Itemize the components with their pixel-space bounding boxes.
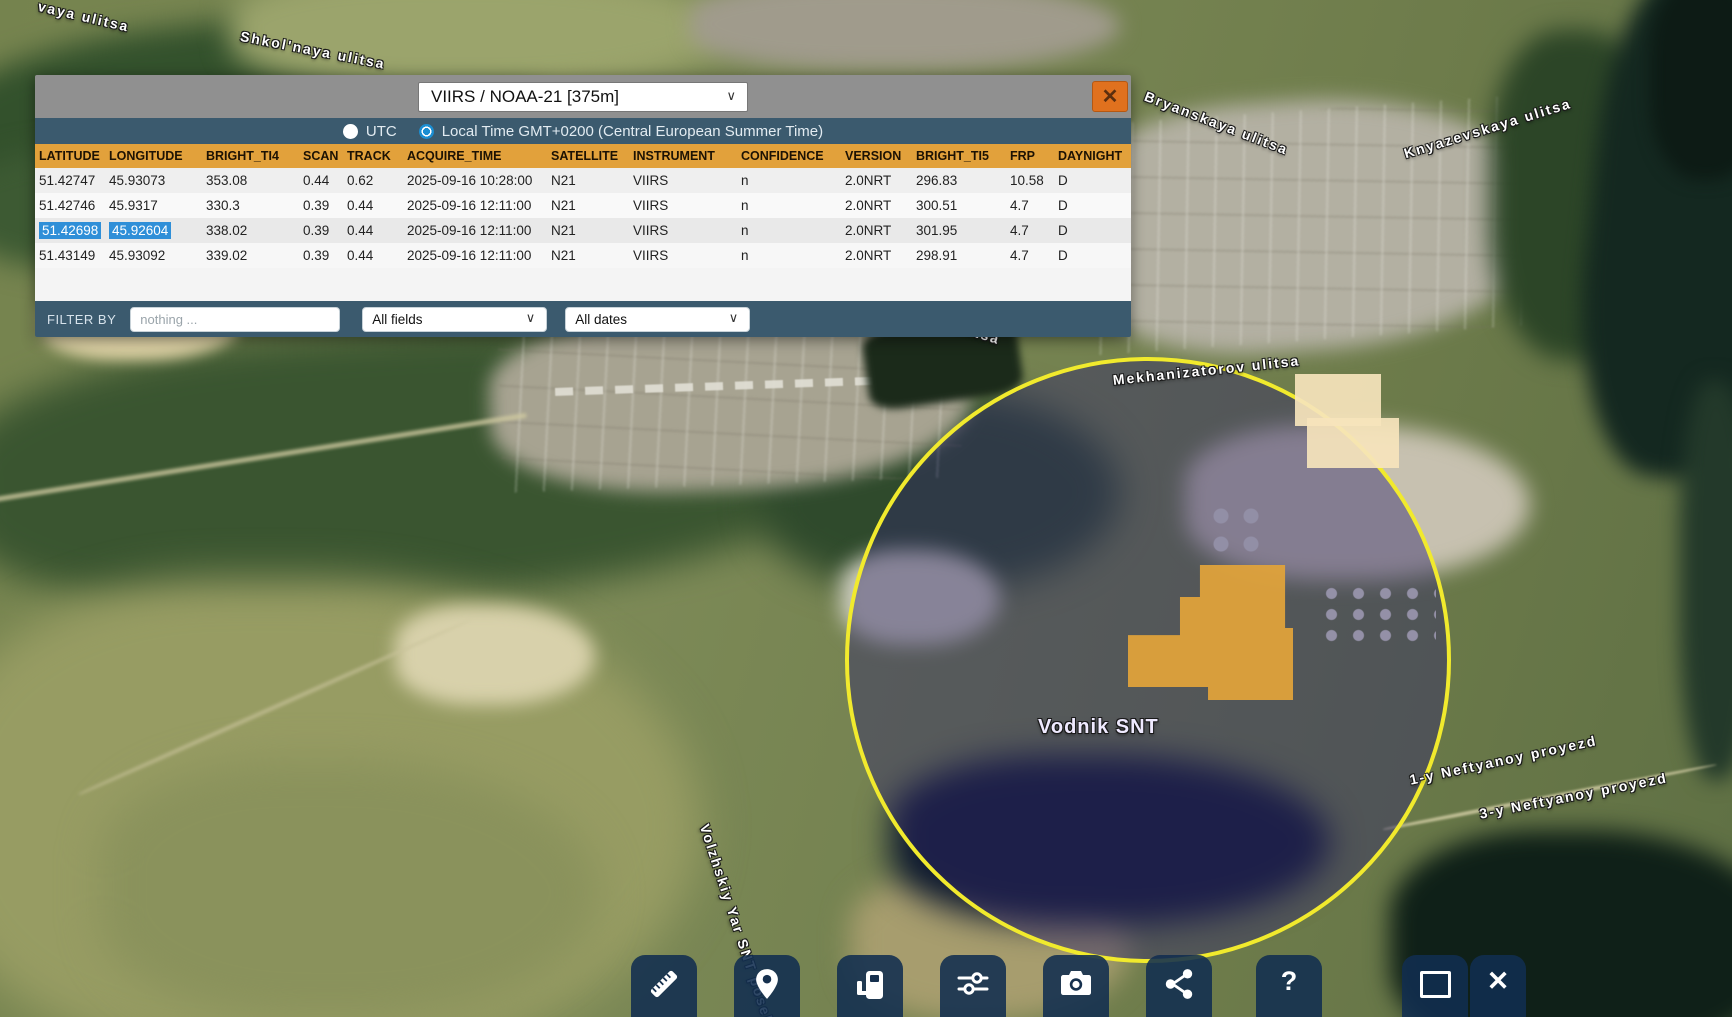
close-icon: ✕ xyxy=(1102,87,1119,107)
col-bright-ti5[interactable]: BRIGHT_TI5 xyxy=(912,144,1006,168)
table-row[interactable]: 51.42746 45.9317 330.3 0.39 0.44 2025-09… xyxy=(35,193,1131,218)
quarry-patch xyxy=(395,605,595,705)
dataset-select[interactable]: VIIRS / NOAA-21 [375m] xyxy=(418,82,748,112)
col-frp[interactable]: FRP xyxy=(1006,144,1054,168)
col-track[interactable]: TRACK xyxy=(343,144,403,168)
share-button[interactable] xyxy=(1146,955,1212,1017)
fire-data-panel: VIIRS / NOAA-21 [375m] ∨ ✕ UTC Local Tim… xyxy=(35,75,1131,337)
filter-by-label: FILTER BY xyxy=(47,312,116,327)
radio-unchecked-icon xyxy=(343,124,358,139)
col-acquire-time[interactable]: ACQUIRE_TIME xyxy=(403,144,547,168)
ruler-icon xyxy=(648,968,680,1000)
col-satellite[interactable]: SATELLITE xyxy=(547,144,629,168)
table-header-row: LATITUDE LONGITUDE BRIGHT_TI4 SCAN TRACK… xyxy=(35,144,1131,168)
fields-select-wrap: All fields ∨ xyxy=(362,307,547,332)
local-time-radio[interactable]: Local Time GMT+0200 (Central European Su… xyxy=(419,123,823,140)
filter-dates-select[interactable]: All dates xyxy=(565,307,750,332)
col-confidence[interactable]: CONFIDENCE xyxy=(737,144,841,168)
dataset-select-wrap: VIIRS / NOAA-21 [375m] ∨ xyxy=(418,82,748,112)
rectangle-select-button[interactable] xyxy=(1402,955,1468,1017)
street-label: 3-y Neftyanoy proyezd xyxy=(1478,769,1669,821)
radio-checked-icon xyxy=(419,124,434,139)
location-pin-icon xyxy=(752,968,782,1000)
col-bright-ti4[interactable]: BRIGHT_TI4 xyxy=(202,144,299,168)
col-daynight[interactable]: DAYNIGHT xyxy=(1054,144,1131,168)
street-label: vaya ulitsa xyxy=(36,0,131,35)
sliders-icon xyxy=(956,968,990,1000)
selected-cell: 45.92604 xyxy=(109,222,171,239)
dates-select-wrap: All dates ∨ xyxy=(565,307,750,332)
col-instrument[interactable]: INSTRUMENT xyxy=(629,144,737,168)
gas-pump-icon xyxy=(854,968,886,1000)
question-mark-icon: ? xyxy=(1281,968,1298,995)
close-icon: ✕ xyxy=(1487,968,1510,995)
area-label-vodnik-snt: Vodnik SNT xyxy=(1038,716,1159,739)
selected-cell: 51.42698 xyxy=(39,222,101,239)
table-row-selected[interactable]: 51.42698 45.92604 338.02 0.39 0.44 2025-… xyxy=(35,218,1131,243)
farmland-patch xyxy=(100,760,600,1017)
local-time-label: Local Time GMT+0200 (Central European Su… xyxy=(442,123,823,140)
filter-bar: FILTER BY All fields ∨ All dates ∨ xyxy=(35,301,1131,337)
water-area xyxy=(1680,380,1732,780)
utc-label: UTC xyxy=(366,123,397,140)
col-longitude[interactable]: LONGITUDE xyxy=(105,144,202,168)
urban-patch xyxy=(690,0,1120,70)
col-latitude[interactable]: LATITUDE xyxy=(35,144,105,168)
fire-detection-footprint-faded[interactable] xyxy=(1307,418,1399,468)
help-button[interactable]: ? xyxy=(1256,955,1322,1017)
measure-tool-button[interactable] xyxy=(631,955,697,1017)
col-version[interactable]: VERSION xyxy=(841,144,912,168)
screenshot-button[interactable] xyxy=(1043,955,1109,1017)
table-row[interactable]: 51.42747 45.93073 353.08 0.44 0.62 2025-… xyxy=(35,168,1131,193)
col-scan[interactable]: SCAN xyxy=(299,144,343,168)
location-button[interactable] xyxy=(734,955,800,1017)
table-row[interactable]: 51.43149 45.93092 339.02 0.39 0.44 2025-… xyxy=(35,243,1131,268)
camera-icon xyxy=(1060,968,1092,998)
firms-map-screen: vaya ulitsa Shkol'naya ulitsa Bryanskaya… xyxy=(0,0,1732,1017)
filter-fields-select[interactable]: All fields xyxy=(362,307,547,332)
close-toolbar-button[interactable]: ✕ xyxy=(1470,955,1526,1017)
panel-header: VIIRS / NOAA-21 [375m] ∨ ✕ xyxy=(35,75,1131,118)
panel-close-button[interactable]: ✕ xyxy=(1092,81,1128,112)
share-icon xyxy=(1164,968,1194,1000)
time-zone-bar: UTC Local Time GMT+0200 (Central Europea… xyxy=(35,118,1131,144)
settings-button[interactable] xyxy=(940,955,1006,1017)
filter-input[interactable] xyxy=(130,307,340,332)
utc-radio[interactable]: UTC xyxy=(343,123,397,140)
water-area xyxy=(1650,0,1732,180)
gas-pump-button[interactable] xyxy=(837,955,903,1017)
fire-pixels-table: LATITUDE LONGITUDE BRIGHT_TI4 SCAN TRACK… xyxy=(35,144,1131,301)
rectangle-icon xyxy=(1420,971,1451,998)
